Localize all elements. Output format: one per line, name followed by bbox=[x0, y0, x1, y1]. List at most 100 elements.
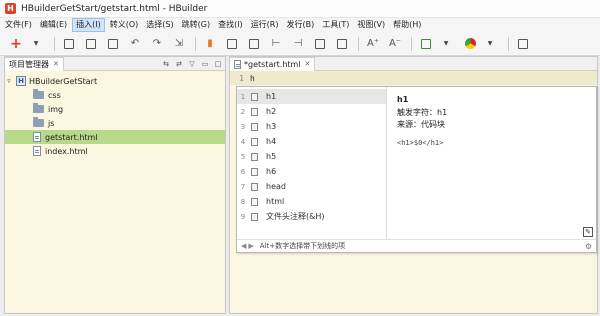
tree-item-index-html[interactable]: index.html bbox=[5, 144, 225, 158]
snippet-icon bbox=[251, 152, 258, 161]
item-number: 6 bbox=[240, 167, 246, 176]
menu-bar: 文件(F) 编辑(E) 插入(I) 转义(O) 选择(S) 跳转(G) 查找(I… bbox=[0, 18, 600, 32]
code-line[interactable]: 1 h bbox=[230, 71, 597, 85]
menu-goto[interactable]: 跳转(G) bbox=[179, 18, 213, 32]
tree-item-img[interactable]: img bbox=[5, 102, 225, 116]
menu-view[interactable]: 视图(V) bbox=[354, 18, 388, 32]
tree-item-css[interactable]: css bbox=[5, 88, 225, 102]
edit-icon[interactable]: ✎ bbox=[583, 227, 593, 237]
item-number: 1 bbox=[240, 92, 246, 101]
tree-item-js[interactable]: js bbox=[5, 116, 225, 130]
menu-select[interactable]: 选择(S) bbox=[143, 18, 176, 32]
font-smaller-button[interactable]: A⁻ bbox=[387, 36, 403, 52]
autocomplete-item[interactable]: 2 h2 bbox=[237, 104, 386, 119]
detail-snippet: <h1>$0</h1> bbox=[397, 139, 444, 147]
step-icon: ⊢ bbox=[271, 38, 281, 49]
next-arrow-icon[interactable]: ▶ bbox=[248, 242, 253, 250]
hbuilder-app-icon: H bbox=[5, 3, 16, 14]
editor-tab-bar: *getstart.html ✕ bbox=[230, 56, 597, 71]
html-file-icon bbox=[33, 146, 41, 156]
autocomplete-item[interactable]: 6 h6 bbox=[237, 164, 386, 179]
bookmark-button[interactable]: ▮ bbox=[202, 36, 218, 52]
item-label: head bbox=[266, 182, 286, 191]
menu-help[interactable]: 帮助(H) bbox=[390, 18, 424, 32]
autocomplete-item[interactable]: 9 文件头注释(&H) bbox=[237, 209, 386, 224]
item-label: h1 bbox=[266, 92, 277, 101]
item-number: 4 bbox=[240, 137, 246, 146]
gear-icon[interactable]: ⚙ bbox=[585, 242, 592, 251]
window-title: HBuilderGetStart/getstart.html - HBuilde… bbox=[21, 3, 208, 14]
tree-item-label: js bbox=[48, 118, 55, 128]
comment-button[interactable] bbox=[515, 36, 531, 52]
menu-run[interactable]: 运行(R) bbox=[248, 18, 282, 32]
undo-button[interactable]: ↶ bbox=[127, 36, 143, 52]
prev-arrow-icon[interactable]: ◀ bbox=[241, 242, 246, 250]
snippet-icon bbox=[251, 212, 258, 221]
import-button[interactable] bbox=[312, 36, 328, 52]
bookmark-icon: ▮ bbox=[207, 38, 213, 49]
document-icon bbox=[108, 38, 118, 49]
chrome-icon bbox=[464, 38, 476, 49]
step-button[interactable]: ⊢ bbox=[268, 36, 284, 52]
menu-escape[interactable]: 转义(O) bbox=[107, 18, 142, 32]
chevron-down-icon: ▼ bbox=[33, 40, 39, 47]
minimize-icon[interactable]: ▭ bbox=[200, 59, 210, 69]
menu-tools[interactable]: 工具(T) bbox=[319, 18, 352, 32]
toolbar-divider bbox=[411, 36, 412, 51]
expand-down-icon[interactable]: ▿ bbox=[5, 77, 13, 85]
autocomplete-item[interactable]: 1 h1 bbox=[237, 89, 386, 104]
tab-project-explorer[interactable]: 项目管理器 ✕ bbox=[5, 56, 64, 71]
new-project-button[interactable] bbox=[224, 36, 240, 52]
snippet-icon bbox=[251, 167, 258, 176]
item-label: h3 bbox=[266, 122, 277, 131]
autocomplete-item[interactable]: 4 h4 bbox=[237, 134, 386, 149]
export-button[interactable] bbox=[334, 36, 350, 52]
autocomplete-item[interactable]: 8 html bbox=[237, 194, 386, 209]
tree-item-getstart-html[interactable]: getstart.html bbox=[5, 130, 225, 144]
menu-find[interactable]: 查找(I) bbox=[215, 18, 246, 32]
font-bigger-button[interactable]: A⁺ bbox=[365, 36, 381, 52]
snippet-icon bbox=[251, 182, 258, 191]
font-bigger-icon: A⁺ bbox=[366, 38, 380, 49]
view-menu-icon[interactable]: ▽ bbox=[187, 59, 197, 69]
tab-getstart-html[interactable]: *getstart.html ✕ bbox=[230, 56, 316, 71]
maximize-icon[interactable]: □ bbox=[213, 59, 223, 69]
collapse-all-icon[interactable]: ⇆ bbox=[161, 59, 171, 69]
close-icon[interactable]: ✕ bbox=[305, 58, 311, 71]
link-editor-icon[interactable]: ⇄ bbox=[174, 59, 184, 69]
item-number: 2 bbox=[240, 107, 246, 116]
run-dropdown-button[interactable]: ▼ bbox=[440, 36, 456, 52]
tree-item-project[interactable]: ▿ H HBuilderGetStart bbox=[5, 74, 225, 88]
folder-icon bbox=[33, 117, 44, 127]
item-label: h5 bbox=[266, 152, 277, 161]
browser-dropdown-button[interactable]: ▼ bbox=[484, 36, 500, 52]
step-back-icon: ⊣ bbox=[293, 38, 303, 49]
comment-icon bbox=[518, 38, 528, 49]
run-button[interactable] bbox=[418, 36, 434, 52]
menu-edit[interactable]: 编辑(E) bbox=[37, 18, 70, 32]
new-dropdown-button[interactable]: ▼ bbox=[30, 36, 46, 52]
save-icon bbox=[64, 38, 74, 49]
format-button[interactable]: ⇲ bbox=[171, 36, 187, 52]
redo-icon: ↷ bbox=[152, 38, 162, 49]
autocomplete-item[interactable]: 7 head bbox=[237, 179, 386, 194]
open-button[interactable] bbox=[246, 36, 262, 52]
close-file-button[interactable] bbox=[105, 36, 121, 52]
detail-trigger: 触发字符：h1 bbox=[397, 108, 448, 117]
menu-publish[interactable]: 发行(B) bbox=[284, 18, 318, 32]
autocomplete-item[interactable]: 3 h3 bbox=[237, 119, 386, 134]
save-button[interactable] bbox=[61, 36, 77, 52]
browser-button[interactable] bbox=[462, 36, 478, 52]
tree-item-label: css bbox=[48, 90, 61, 100]
redo-button[interactable]: ↷ bbox=[149, 36, 165, 52]
autocomplete-item[interactable]: 5 h5 bbox=[237, 149, 386, 164]
item-number: 5 bbox=[240, 152, 246, 161]
menu-file[interactable]: 文件(F) bbox=[2, 18, 35, 32]
close-icon[interactable]: ✕ bbox=[53, 58, 59, 71]
menu-insert[interactable]: 插入(I) bbox=[72, 18, 105, 32]
title-bar: H HBuilderGetStart/getstart.html - HBuil… bbox=[0, 0, 600, 18]
new-button[interactable]: + bbox=[8, 36, 24, 52]
code-text[interactable]: h bbox=[250, 74, 255, 83]
step-back-button[interactable]: ⊣ bbox=[290, 36, 306, 52]
save-all-button[interactable] bbox=[83, 36, 99, 52]
